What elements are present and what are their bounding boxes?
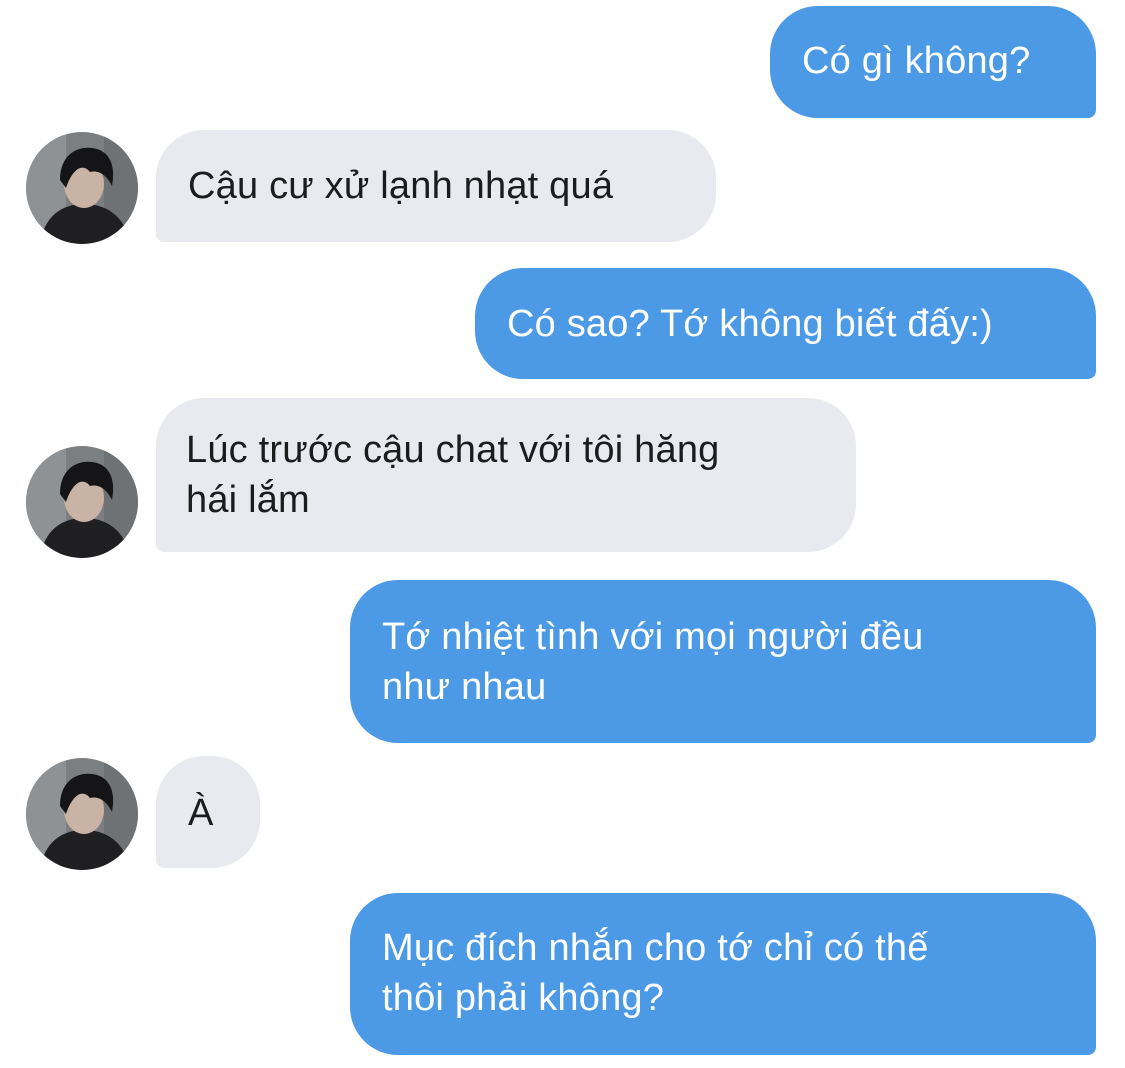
- avatar-photo-icon: [26, 446, 138, 558]
- incoming-message[interactable]: À: [156, 756, 260, 868]
- message-text: Có sao? Tớ không biết đấy:): [507, 303, 993, 345]
- message-text-line-2: thôi phải không?: [382, 977, 665, 1019]
- incoming-message[interactable]: Lúc trước cậu chat với tôi hăng hái lắm: [156, 398, 856, 552]
- outgoing-message[interactable]: Tớ nhiệt tình với mọi người đều như nhau: [350, 580, 1096, 743]
- contact-avatar[interactable]: [26, 446, 138, 558]
- message-text: À: [188, 792, 214, 834]
- avatar-photo-icon: [26, 132, 138, 244]
- outgoing-message[interactable]: Có gì không?: [770, 6, 1096, 118]
- avatar-photo-icon: [26, 758, 138, 870]
- contact-avatar[interactable]: [26, 758, 138, 870]
- message-text-line-1: Mục đích nhắn cho tớ chỉ có thế: [382, 927, 929, 969]
- message-text-line-2: như nhau: [382, 666, 547, 708]
- outgoing-message[interactable]: Mục đích nhắn cho tớ chỉ có thế thôi phả…: [350, 893, 1096, 1055]
- outgoing-message[interactable]: Có sao? Tớ không biết đấy:): [475, 268, 1096, 379]
- message-text: Cậu cư xử lạnh nhạt quá: [188, 165, 614, 207]
- contact-avatar[interactable]: [26, 132, 138, 244]
- message-text: Có gì không?: [802, 40, 1031, 82]
- chat-thread: Có gì không? Cậu cư xử lạnh nhạt quá Có …: [0, 0, 1125, 1068]
- message-text-line-1: Lúc trước cậu chat với tôi hăng: [186, 429, 720, 471]
- message-text-line-2: hái lắm: [186, 479, 310, 521]
- incoming-message[interactable]: Cậu cư xử lạnh nhạt quá: [156, 130, 716, 242]
- message-text-line-1: Tớ nhiệt tình với mọi người đều: [382, 616, 924, 658]
